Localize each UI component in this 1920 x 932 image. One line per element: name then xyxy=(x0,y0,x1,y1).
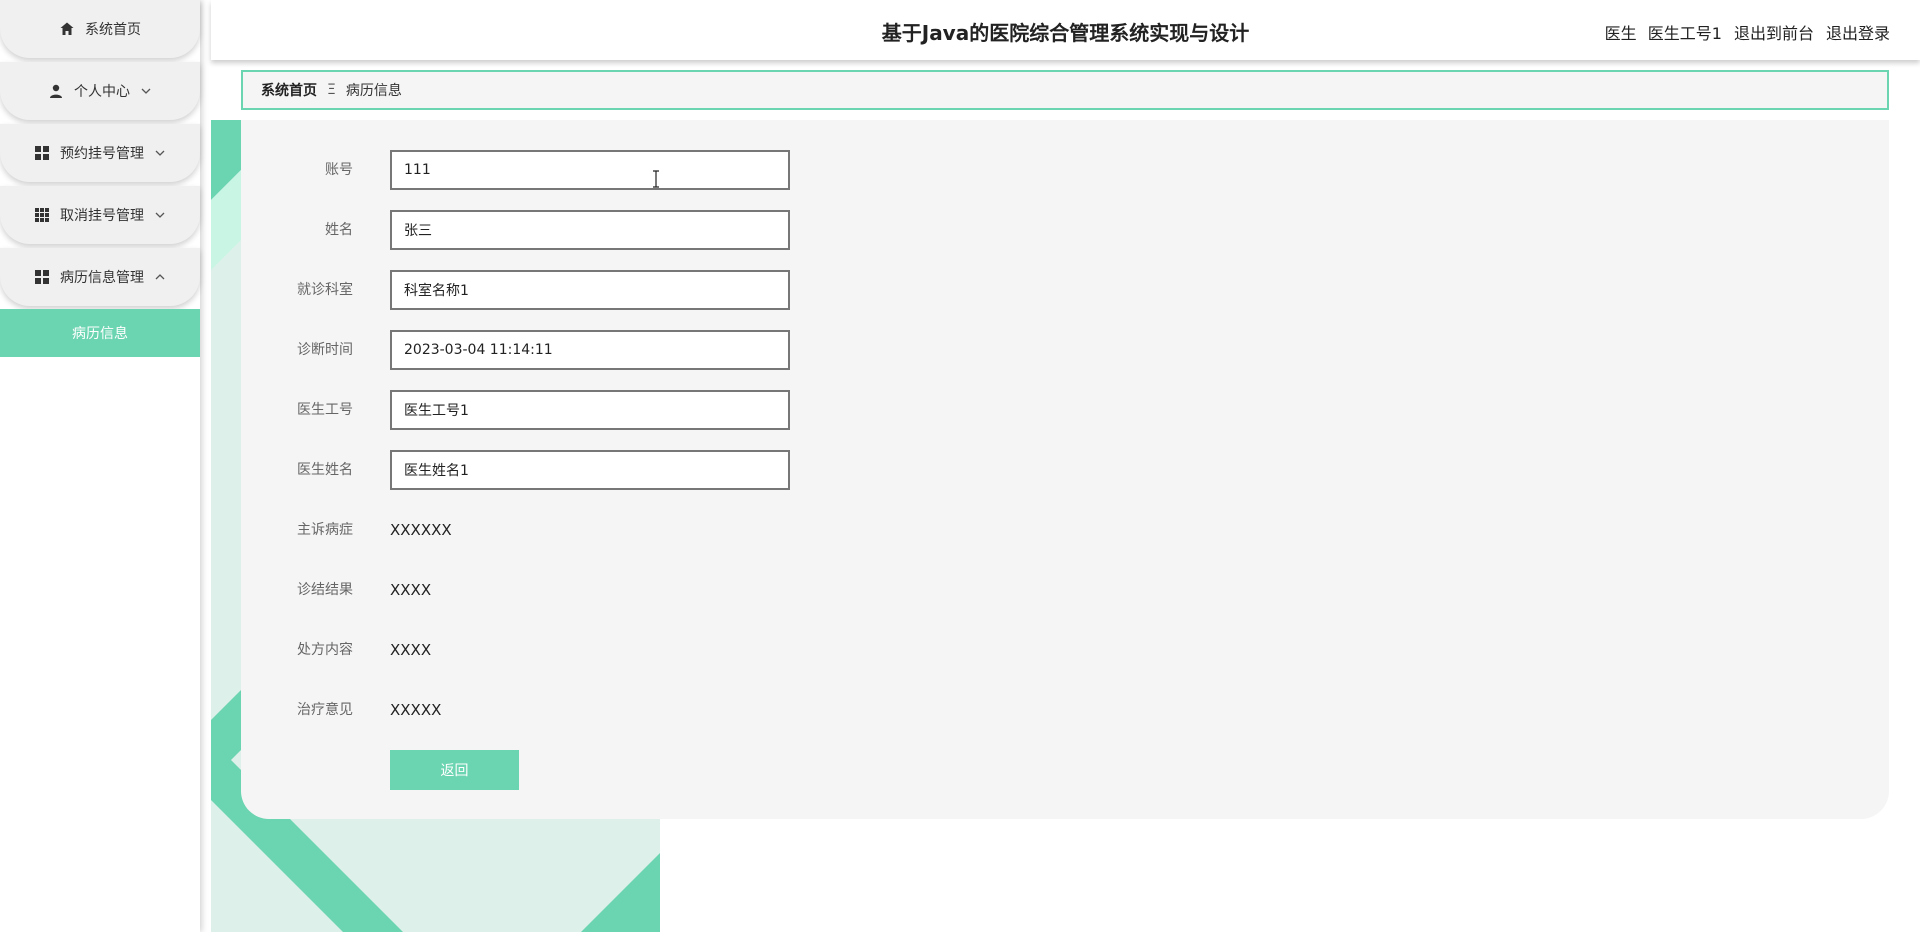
chevron-down-icon xyxy=(140,85,152,97)
top-header: 基于Java的医院综合管理系统实现与设计 医生 医生工号1 退出到前台 退出登录 xyxy=(211,0,1920,60)
sidebar-subitem-medical-record-info[interactable]: 病历信息 xyxy=(0,309,200,357)
sidebar-item-appointment[interactable]: 预约挂号管理 xyxy=(0,124,200,182)
sidebar-item-medical-records[interactable]: 病历信息管理 xyxy=(0,248,200,306)
chevron-down-icon xyxy=(154,147,166,159)
sidebar-item-home[interactable]: 系统首页 xyxy=(0,0,200,58)
sidebar-item-label: 个人中心 xyxy=(74,84,130,100)
doctor-name-label: 医生姓名 xyxy=(297,462,353,478)
logout-link[interactable]: 退出登录 xyxy=(1826,20,1890,44)
doctor-name-field[interactable] xyxy=(390,450,790,490)
user-icon xyxy=(48,83,64,99)
form-row-complaint: 主诉病症 XXXXXX xyxy=(241,510,941,550)
form-row-result: 诊结结果 XXXX xyxy=(241,570,941,610)
sidebar-item-label: 病历信息管理 xyxy=(60,270,144,286)
department-label: 就诊科室 xyxy=(297,282,353,298)
sidebar-item-label: 取消挂号管理 xyxy=(60,208,144,224)
result-value: XXXX xyxy=(390,581,432,599)
doctor-id-field[interactable] xyxy=(390,390,790,430)
breadcrumb-separator: Ξ xyxy=(327,82,336,98)
back-to-front-link[interactable]: 退出到前台 xyxy=(1734,20,1814,44)
form-row-diagnosis-time: 诊断时间 xyxy=(241,330,941,370)
grid-icon xyxy=(34,269,50,285)
prescription-value: XXXX xyxy=(390,641,432,659)
form-row-treatment: 治疗意见 XXXXX xyxy=(241,690,941,730)
sidebar-item-profile[interactable]: 个人中心 xyxy=(0,62,200,120)
form-row-name: 姓名 xyxy=(241,210,941,250)
text-cursor-icon xyxy=(652,170,660,192)
treatment-label: 治疗意见 xyxy=(297,702,353,718)
sidebar-subitem-label: 病历信息 xyxy=(72,326,128,342)
chevron-up-icon xyxy=(154,271,166,283)
account-label: 账号 xyxy=(325,162,353,178)
breadcrumb-home[interactable]: 系统首页 xyxy=(261,80,317,100)
form-row-prescription: 处方内容 XXXX xyxy=(241,630,941,670)
name-field[interactable] xyxy=(390,210,790,250)
user-role: 医生 医生工号1 xyxy=(1604,24,1722,43)
name-label: 姓名 xyxy=(325,222,353,238)
form-row-doctor-name: 医生姓名 xyxy=(241,450,941,490)
form-row-doctor-id: 医生工号 xyxy=(241,390,941,430)
breadcrumb: 系统首页 Ξ 病历信息 xyxy=(241,70,1889,110)
doctor-id-label: 医生工号 xyxy=(297,402,353,418)
account-field[interactable] xyxy=(390,150,790,190)
breadcrumb-current: 病历信息 xyxy=(345,83,402,99)
complaint-value: XXXXXX xyxy=(390,521,452,539)
sidebar: 系统首页 个人中心 预约挂号管理 取消挂号管理 病历信息管理 病历信息 xyxy=(0,0,200,932)
user-area: 医生 医生工号1 退出到前台 退出登录 xyxy=(1605,20,1890,44)
chevron-down-icon xyxy=(154,209,166,221)
result-label: 诊结结果 xyxy=(297,582,353,598)
sidebar-item-cancel-appointment[interactable]: 取消挂号管理 xyxy=(0,186,200,244)
home-icon xyxy=(59,21,75,37)
sidebar-item-label: 预约挂号管理 xyxy=(60,146,144,162)
department-field[interactable] xyxy=(390,270,790,310)
sidebar-item-label: 系统首页 xyxy=(85,22,141,38)
diagnosis-time-label: 诊断时间 xyxy=(297,342,353,358)
complaint-label: 主诉病症 xyxy=(297,522,353,538)
grid-icon xyxy=(34,145,50,161)
form-row-department: 就诊科室 xyxy=(241,270,941,310)
treatment-value: XXXXX xyxy=(390,701,442,719)
diagnosis-time-field[interactable] xyxy=(390,330,790,370)
detail-form-panel: 账号 姓名 就诊科室 诊断时间 医生工号 医生姓名 主诉病症 XXXXXX 诊结… xyxy=(241,120,1889,819)
apps-icon xyxy=(34,207,50,223)
back-button[interactable]: 返回 xyxy=(390,750,519,790)
form-row-account: 账号 xyxy=(241,150,941,190)
prescription-label: 处方内容 xyxy=(297,642,353,658)
